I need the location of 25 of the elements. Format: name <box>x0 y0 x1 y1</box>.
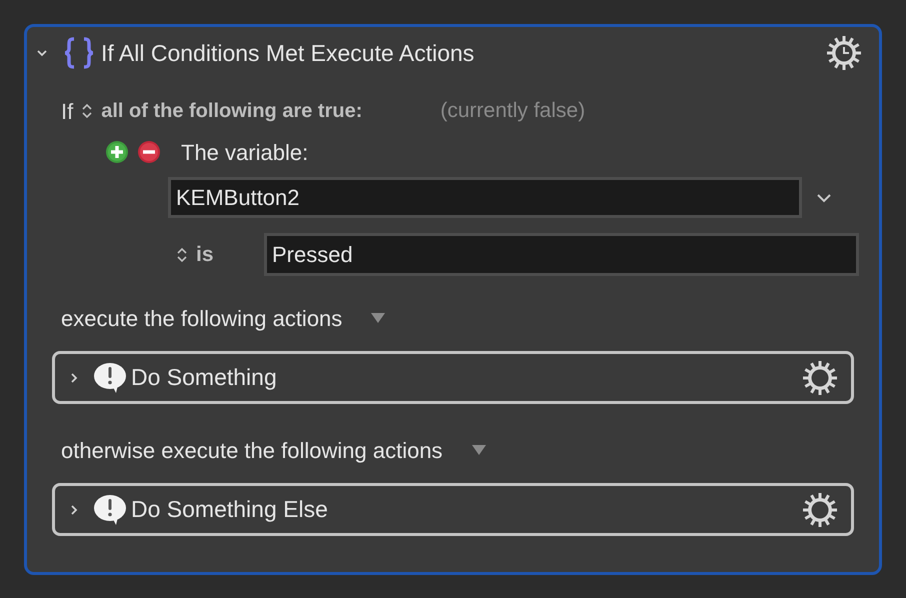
add-icon[interactable] <box>105 140 129 164</box>
condition-status: (currently false) <box>440 98 586 124</box>
action-row[interactable]: Do Something <box>52 351 854 404</box>
action-name: Do Something Else <box>131 495 329 524</box>
gear-icon[interactable] <box>801 358 839 396</box>
section-label: execute the following actions <box>61 304 342 333</box>
chevron-down-icon[interactable] <box>816 192 832 204</box>
operator-label[interactable]: is <box>196 238 256 270</box>
dropdown-triangle-icon[interactable] <box>470 444 487 456</box>
action-title: If All Conditions Met Execute Actions <box>101 38 476 68</box>
action-name: Do Something <box>131 363 278 392</box>
if-label: If <box>61 98 74 126</box>
action-row[interactable]: Do Something Else <box>52 483 854 536</box>
section-label: otherwise execute the following actions <box>61 436 443 465</box>
stepper-icon[interactable] <box>81 101 94 121</box>
alert-bubble-icon <box>93 494 127 526</box>
value-field[interactable]: Pressed <box>264 233 859 276</box>
alert-bubble-icon <box>93 362 127 394</box>
gear-clock-icon[interactable] <box>825 34 863 72</box>
dropdown-triangle-icon[interactable] <box>370 312 386 324</box>
condition-label: The variable: <box>181 138 308 166</box>
variable-field[interactable]: KEMButton2 <box>168 177 802 218</box>
remove-icon[interactable] <box>137 140 161 164</box>
gear-icon[interactable] <box>801 490 839 528</box>
condition-mode[interactable]: all of the following are true: <box>101 96 362 126</box>
